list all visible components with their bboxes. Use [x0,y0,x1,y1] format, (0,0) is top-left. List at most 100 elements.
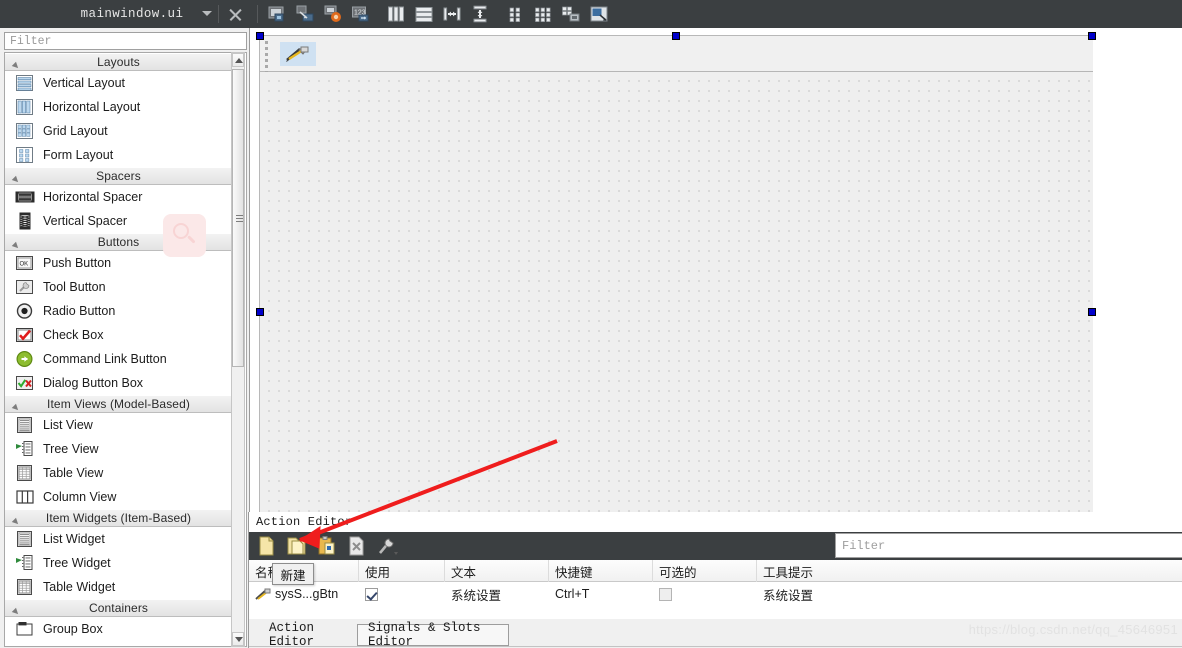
widget-category-header-item-views-model-based[interactable]: Item Views (Model-Based) [5,395,238,413]
widget-item-label: Dialog Button Box [43,376,143,390]
layout-horizontally-icon[interactable] [385,3,407,25]
delete-action-icon[interactable] [345,534,369,558]
column-header-4[interactable]: 可选的 [653,560,757,582]
widget-item-check-box[interactable]: Check Box [5,323,238,347]
widget-item-label: List View [43,418,93,432]
new-action-icon[interactable] [255,534,279,558]
widget-item-column-view[interactable]: Column View [5,485,238,509]
edit-action-icon[interactable] [375,534,399,558]
tree-widget-icon [15,554,35,572]
check-box-icon [15,326,35,344]
widget-item-label: Column View [43,490,116,504]
widget-category-header-containers[interactable]: Containers [5,599,238,617]
selection-handle-top-right[interactable] [1088,32,1096,40]
action-filter-input[interactable]: Filter [835,533,1182,558]
widget-item-command-link-button[interactable]: Command Link Button [5,347,238,371]
layout-horizontal-splitter-icon[interactable] [441,3,463,25]
checkable-checkbox[interactable] [659,588,672,601]
widget-item-radio-button[interactable]: Radio Button [5,299,238,323]
widget-category-header-layouts[interactable]: Layouts [5,53,238,71]
selection-handle-top-left[interactable] [256,32,264,40]
action-name-cell[interactable]: sysS...gBtn [249,582,359,606]
action-shortcut-cell[interactable]: Ctrl+T [549,582,653,606]
action-checkable-cell[interactable] [653,582,757,606]
layout-vertically-icon[interactable] [413,3,435,25]
form-grid-surface[interactable] [260,72,1093,513]
widget-item-list-view[interactable]: List View [5,413,238,437]
widget-item-dialog-button-box[interactable]: Dialog Button Box [5,371,238,395]
widget-category-header-item-widgets-item-based[interactable]: Item Widgets (Item-Based) [5,509,238,527]
layout-form-icon[interactable] [504,3,526,25]
tool-button-icon [15,278,35,296]
widget-item-label: Group Box [43,622,103,636]
column-view-icon [15,488,35,506]
column-header-2[interactable]: 文本 [445,560,549,582]
action-filter-placeholder: Filter [836,539,885,553]
edit-buddies-icon[interactable] [322,3,344,25]
selection-handle-middle-right[interactable] [1088,308,1096,316]
scrollbar-thumb[interactable] [232,69,244,367]
widget-item-list-widget[interactable]: List Widget [5,527,238,551]
table-row[interactable]: sysS...gBtn系统设置Ctrl+T系统设置 [249,582,1182,606]
widget-item-label: Radio Button [43,304,115,318]
adjust-size-icon[interactable] [588,3,610,25]
tools-wrench-screwdriver-icon[interactable] [280,42,316,66]
column-header-3[interactable]: 快捷键 [549,560,653,582]
selection-handle-middle-left[interactable] [256,308,264,316]
used-checkbox[interactable] [365,588,378,601]
edit-widgets-icon[interactable] [266,3,288,25]
tab-action-editor[interactable]: Action Editor [259,624,359,646]
scroll-up-arrow-icon[interactable] [232,53,244,67]
action-used-cell[interactable] [359,582,445,606]
widget-item-table-widget[interactable]: Table Widget [5,575,238,599]
widget-item-label: Check Box [43,328,103,342]
search-icon-watermark [163,214,206,257]
widget-item-label: Horizontal Spacer [43,190,142,204]
widget-item-form-layout[interactable]: Form Layout [5,143,238,167]
horizontal-spacer-icon [15,188,35,206]
widget-box-filter-input[interactable]: Filter [4,32,247,50]
widget-item-group-box[interactable]: Group Box [5,617,238,641]
copy-action-icon[interactable] [285,534,309,558]
form-toolbar[interactable] [260,36,1093,72]
layout-vertical-splitter-icon[interactable] [469,3,491,25]
widget-item-label: Table Widget [43,580,115,594]
tree-view-icon [15,440,35,458]
form-canvas-area[interactable] [250,28,1182,512]
scroll-down-arrow-icon[interactable] [232,632,244,646]
dialog-button-box-icon [15,374,35,392]
selection-handle-top-center[interactable] [672,32,680,40]
break-layout-icon[interactable] [560,3,582,25]
widget-category-header-spacers[interactable]: Spacers [5,167,238,185]
paste-action-icon[interactable] [315,534,339,558]
column-header-5[interactable]: 工具提示 [757,560,1182,582]
widget-item-grid-layout[interactable]: Grid Layout [5,119,238,143]
widget-box-scrollbar[interactable] [231,52,245,647]
layout-grid-icon[interactable] [532,3,554,25]
widget-item-horizontal-spacer[interactable]: Horizontal Spacer [5,185,238,209]
designed-form[interactable] [259,35,1092,513]
toolbar-drag-handle[interactable] [264,41,270,67]
group-box-icon [15,620,35,638]
widget-item-label: Vertical Spacer [43,214,127,228]
column-header-1[interactable]: 使用 [359,560,445,582]
tab-signals-slots-editor[interactable]: Signals & Slots Editor [357,624,509,646]
widget-item-table-view[interactable]: Table View [5,461,238,485]
widget-item-tool-button[interactable]: Tool Button [5,275,238,299]
action-icon [255,587,271,601]
widget-item-tree-widget[interactable]: Tree Widget [5,551,238,575]
widget-item-tree-view[interactable]: Tree View [5,437,238,461]
widget-item-label: Push Button [43,256,111,270]
action-table[interactable]: 名称使用文本快捷键可选的工具提示 sysS...gBtn系统设置Ctrl+T系统… [249,560,1182,626]
action-text-cell[interactable]: 系统设置 [445,582,549,606]
edit-tab-order-icon[interactable]: 123 [350,3,372,25]
action-tooltip-cell[interactable]: 系统设置 [757,582,1182,606]
widget-box-list[interactable]: LayoutsVertical LayoutHorizontal LayoutG… [4,52,247,647]
edit-signals-slots-icon[interactable] [294,3,316,25]
widget-item-horizontal-layout[interactable]: Horizontal Layout [5,95,238,119]
push-button-icon: OK [15,254,35,272]
widget-item-vertical-layout[interactable]: Vertical Layout [5,71,238,95]
chevron-down-icon[interactable] [202,11,212,16]
close-icon[interactable] [227,6,244,23]
designer-mode-toolbar: 123 [263,0,613,28]
